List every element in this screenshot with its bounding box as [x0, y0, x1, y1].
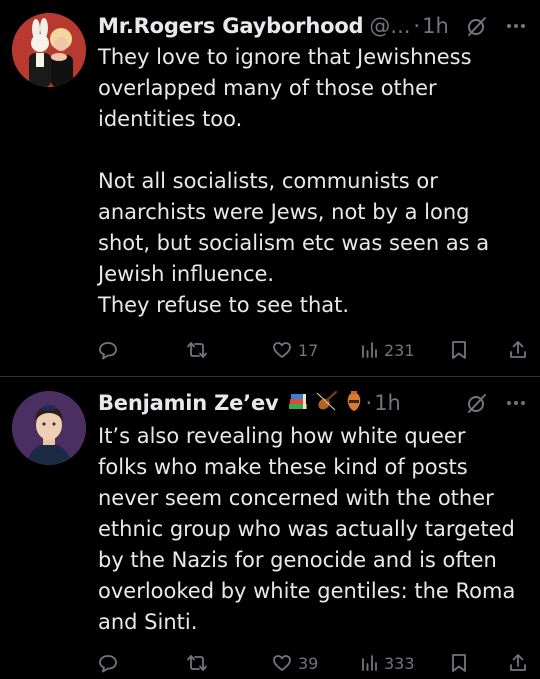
books-emoji [287, 391, 309, 415]
display-name[interactable]: Mr.Rogers Gayborhood [98, 14, 364, 38]
display-name[interactable]: Benjamin Ze’ev [98, 391, 279, 415]
like-button[interactable]: 39 [272, 653, 318, 673]
share-button[interactable] [508, 340, 528, 360]
share-icon [508, 340, 528, 360]
share-icon [508, 653, 528, 673]
tweet-header: Mr.Rogers Gayborhood @... · 1h [98, 12, 526, 40]
tweet-header: Benjamin Ze’ev · 1h [98, 389, 526, 417]
avatar[interactable] [12, 391, 86, 465]
views-count: 333 [384, 653, 415, 673]
views-icon [360, 654, 378, 672]
retweet-button[interactable] [186, 653, 214, 673]
like-icon [272, 653, 292, 673]
reply-icon [98, 653, 118, 673]
views-button[interactable]: 333 [360, 654, 415, 673]
like-count: 39 [298, 653, 319, 673]
bookmark-icon [450, 653, 468, 673]
views-icon [360, 341, 378, 359]
separator-dot: · [365, 391, 373, 415]
like-count: 17 [298, 340, 319, 360]
grok-icon[interactable] [466, 15, 488, 37]
tweet-actions: 39 333 [98, 651, 526, 675]
tweet-text: They love to ignore that Jewishness over… [98, 45, 490, 317]
reply-icon [98, 340, 118, 360]
retweet-icon [186, 653, 208, 673]
tweet-actions: 17 231 [98, 338, 526, 362]
timestamp[interactable]: 1h [374, 391, 401, 415]
share-button[interactable] [508, 653, 528, 673]
reply-button[interactable] [98, 653, 124, 673]
more-icon[interactable] [506, 400, 526, 406]
violin-emoji [315, 390, 339, 416]
grok-icon[interactable] [466, 392, 488, 414]
bookmark-button[interactable] [450, 653, 468, 673]
bookmark-icon [450, 340, 468, 360]
retweet-icon [186, 340, 208, 360]
timeline-feed: Mr.Rogers Gayborhood @... · 1h They love… [0, 0, 540, 679]
reply-button[interactable] [98, 340, 124, 360]
views-count: 231 [384, 340, 415, 360]
retweet-button[interactable] [186, 340, 214, 360]
bookmark-button[interactable] [450, 340, 468, 360]
like-button[interactable]: 17 [272, 340, 318, 360]
avatar[interactable] [12, 13, 86, 87]
tweet-text: It’s also revealing how white queer folk… [98, 424, 516, 634]
separator-dot: · [413, 14, 421, 38]
tweet[interactable]: Benjamin Ze’ev · 1h It’s also revealing … [0, 377, 540, 679]
timestamp[interactable]: 1h [422, 14, 449, 38]
tweet[interactable]: Mr.Rogers Gayborhood @... · 1h They love… [0, 0, 540, 376]
user-handle[interactable]: @... [369, 14, 410, 38]
amphora-emoji [345, 390, 363, 416]
like-icon [272, 340, 292, 360]
name-emoji-group [287, 390, 363, 416]
views-button[interactable]: 231 [360, 341, 415, 360]
more-icon[interactable] [506, 23, 526, 29]
